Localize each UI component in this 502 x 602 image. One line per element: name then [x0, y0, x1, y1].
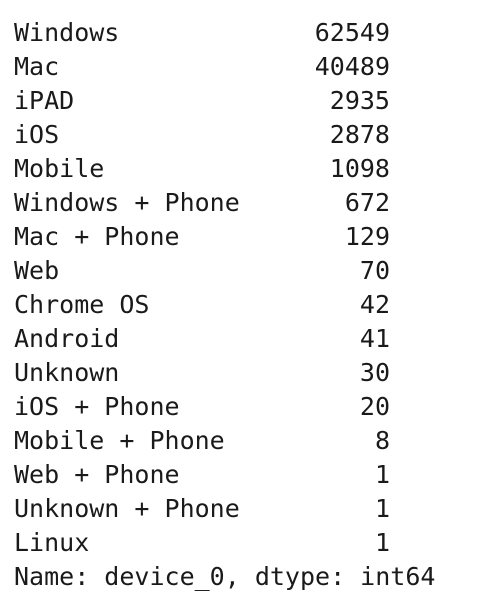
series-row: Windows 62549 [14, 16, 435, 50]
row-value: 1 [374, 528, 390, 557]
row-value: 40489 [314, 52, 390, 81]
row-label: Android [14, 324, 120, 353]
row-value: 1 [374, 460, 390, 489]
row-value: 129 [344, 222, 390, 251]
series-row: Mac 40489 [14, 50, 435, 84]
series-row: Windows + Phone 672 [14, 186, 435, 220]
series-row: Linux 1 [14, 526, 435, 560]
row-label: Web + Phone [14, 460, 180, 489]
series-row: Mac + Phone 129 [14, 220, 435, 254]
series-row: Chrome OS 42 [14, 288, 435, 322]
series-row: Unknown 30 [14, 356, 435, 390]
row-value: 42 [359, 290, 390, 319]
series-row: iOS 2878 [14, 118, 435, 152]
row-label: iOS + Phone [14, 392, 180, 421]
series-row: iOS + Phone 20 [14, 390, 435, 424]
series-row: Web 70 [14, 254, 435, 288]
row-value: 672 [344, 188, 390, 217]
row-value: 70 [359, 256, 390, 285]
row-value: 30 [359, 358, 390, 387]
row-value: 1 [374, 494, 390, 523]
series-row: Android 41 [14, 322, 435, 356]
series-row: Mobile + Phone 8 [14, 424, 435, 458]
series-row: Web + Phone 1 [14, 458, 435, 492]
row-value: 1098 [329, 154, 390, 183]
row-label: Windows + Phone [14, 188, 240, 217]
row-value: 2878 [329, 120, 390, 149]
series-row: Mobile 1098 [14, 152, 435, 186]
row-label: Mobile [14, 154, 105, 183]
row-label: iPAD [14, 86, 75, 115]
series-footer: Name: device_0, dtype: int64 [14, 562, 436, 591]
row-label: Linux [14, 528, 90, 557]
series-row: Unknown + Phone 1 [14, 492, 435, 526]
row-label: iOS [14, 120, 60, 149]
row-value: 20 [359, 392, 390, 421]
row-value: 62549 [314, 18, 390, 47]
row-value: 41 [359, 324, 390, 353]
row-label: Chrome OS [14, 290, 150, 319]
series-output: Windows 62549 Mac 40489 iPAD 2935 iOS 28… [14, 16, 435, 594]
row-value: 2935 [329, 86, 390, 115]
row-label: Mobile + Phone [14, 426, 225, 455]
row-label: Windows [14, 18, 120, 47]
row-label: Mac [14, 52, 60, 81]
series-row: iPAD 2935 [14, 84, 435, 118]
row-list: Windows 62549 Mac 40489 iPAD 2935 iOS 28… [14, 16, 435, 560]
row-label: Mac + Phone [14, 222, 180, 251]
row-label: Web [14, 256, 60, 285]
row-label: Unknown [14, 358, 120, 387]
row-value: 8 [374, 426, 390, 455]
row-label: Unknown + Phone [14, 494, 240, 523]
